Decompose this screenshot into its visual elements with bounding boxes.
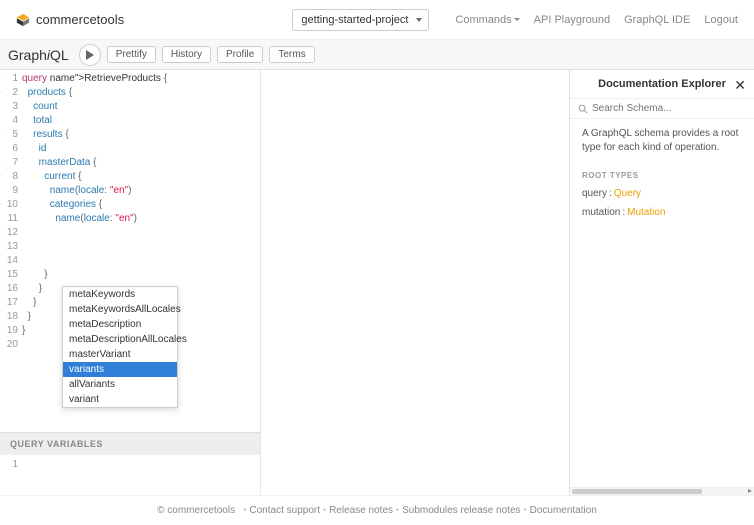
line-number: 1 <box>0 72 18 86</box>
code-line[interactable]: total <box>22 114 260 128</box>
query-variables-editor[interactable]: 1 <box>0 455 260 495</box>
doc-root-types-heading: ROOT TYPES <box>570 163 754 184</box>
autocomplete-item[interactable]: metaKeywords <box>63 287 177 302</box>
autocomplete-item[interactable]: variants <box>63 362 177 377</box>
doc-title: Documentation Explorer <box>598 78 726 90</box>
doc-search-box[interactable] <box>570 99 754 119</box>
line-number: 5 <box>0 128 18 142</box>
line-number: 8 <box>0 170 18 184</box>
graphiql-logo: GraphiQL <box>8 47 69 63</box>
result-pane <box>260 70 569 495</box>
doc-root-type-entry[interactable]: query:Query <box>570 184 754 203</box>
brand-name: commercetools <box>36 12 124 27</box>
project-select[interactable]: getting-started-project <box>292 9 429 31</box>
doc-search-input[interactable] <box>592 103 746 114</box>
query-variables-section: QUERY VARIABLES 1 <box>0 432 260 495</box>
line-number: 6 <box>0 142 18 156</box>
line-number: 16 <box>0 282 18 296</box>
code-line[interactable]: id <box>22 142 260 156</box>
profile-button[interactable]: Profile <box>217 46 263 63</box>
terms-button[interactable]: Terms <box>269 46 314 63</box>
line-number: 13 <box>0 240 18 254</box>
code-line[interactable]: name(locale: "en") <box>22 212 260 226</box>
caret-down-icon <box>514 18 520 21</box>
line-number: 19 <box>0 324 18 338</box>
line-gutter: 1234567891011121314151617181920 <box>0 72 22 432</box>
line-number: 17 <box>0 296 18 310</box>
query-variables-title[interactable]: QUERY VARIABLES <box>0 433 260 455</box>
autocomplete-popup[interactable]: metaKeywordsmetaKeywordsAllLocalesmetaDe… <box>62 286 178 408</box>
footer: © commercetools • Contact support • Rele… <box>0 495 754 525</box>
code-line[interactable]: masterData { <box>22 156 260 170</box>
search-icon <box>578 104 588 114</box>
nav-api-playground[interactable]: API Playground <box>534 14 610 26</box>
autocomplete-item[interactable]: metaDescription <box>63 317 177 332</box>
close-icon[interactable]: ✕ <box>734 77 746 94</box>
code-line[interactable]: categories { <box>22 198 260 212</box>
line-number: 12 <box>0 226 18 240</box>
history-button[interactable]: History <box>162 46 211 63</box>
autocomplete-item[interactable]: metaDescriptionAllLocales <box>63 332 177 347</box>
code-line[interactable] <box>22 240 260 254</box>
play-icon <box>85 50 95 60</box>
code-line[interactable]: count <box>22 100 260 114</box>
autocomplete-item[interactable]: masterVariant <box>63 347 177 362</box>
footer-link[interactable]: Documentation <box>530 505 597 516</box>
line-number: 4 <box>0 114 18 128</box>
execute-button[interactable] <box>79 44 101 66</box>
documentation-explorer: Documentation Explorer ✕ A GraphQL schem… <box>569 70 754 495</box>
top-header: commercetools getting-started-project Co… <box>0 0 754 40</box>
code-line[interactable]: products { <box>22 86 260 100</box>
nav-logout[interactable]: Logout <box>704 14 738 26</box>
doc-description: A GraphQL schema provides a root type fo… <box>570 119 754 163</box>
project-selected-value: getting-started-project <box>301 14 408 26</box>
line-number: 9 <box>0 184 18 198</box>
code-line[interactable]: name(locale: "en") <box>22 184 260 198</box>
doc-horizontal-scrollbar[interactable] <box>570 487 754 495</box>
brand-logo: commercetools <box>16 12 124 27</box>
main-area: 1234567891011121314151617181920 query na… <box>0 70 754 495</box>
line-number: 20 <box>0 338 18 352</box>
line-number: 10 <box>0 198 18 212</box>
line-number: 2 <box>0 86 18 100</box>
footer-link[interactable]: Release notes <box>329 505 393 516</box>
footer-copyright: © commercetools <box>157 505 235 516</box>
line-number: 3 <box>0 100 18 114</box>
prettify-button[interactable]: Prettify <box>107 46 156 63</box>
footer-link[interactable]: Contact support <box>249 505 320 516</box>
doc-header: Documentation Explorer ✕ <box>570 70 754 99</box>
autocomplete-item[interactable]: metaKeywordsAllLocales <box>63 302 177 317</box>
code-line[interactable]: results { <box>22 128 260 142</box>
line-number: 18 <box>0 310 18 324</box>
query-editor-pane: 1234567891011121314151617181920 query na… <box>0 70 260 495</box>
doc-root-type-entry[interactable]: mutation:Mutation <box>570 203 754 222</box>
qv-line-number: 1 <box>0 459 22 491</box>
line-number: 7 <box>0 156 18 170</box>
code-line[interactable]: query name">RetrieveProducts { <box>22 72 260 86</box>
line-number: 15 <box>0 268 18 282</box>
line-number: 11 <box>0 212 18 226</box>
code-line[interactable] <box>22 254 260 268</box>
footer-link[interactable]: Submodules release notes <box>402 505 520 516</box>
line-number: 14 <box>0 254 18 268</box>
nav-commands[interactable]: Commands <box>455 14 519 26</box>
code-line[interactable]: current { <box>22 170 260 184</box>
commercetools-logo-icon <box>16 13 30 27</box>
code-line[interactable] <box>22 226 260 240</box>
code-line[interactable]: } <box>22 268 260 282</box>
autocomplete-item[interactable]: allVariants <box>63 377 177 392</box>
graphiql-toolbar: GraphiQL Prettify History Profile Terms <box>0 40 754 70</box>
autocomplete-item[interactable]: variant <box>63 392 177 407</box>
nav-graphql-ide[interactable]: GraphQL IDE <box>624 14 690 26</box>
